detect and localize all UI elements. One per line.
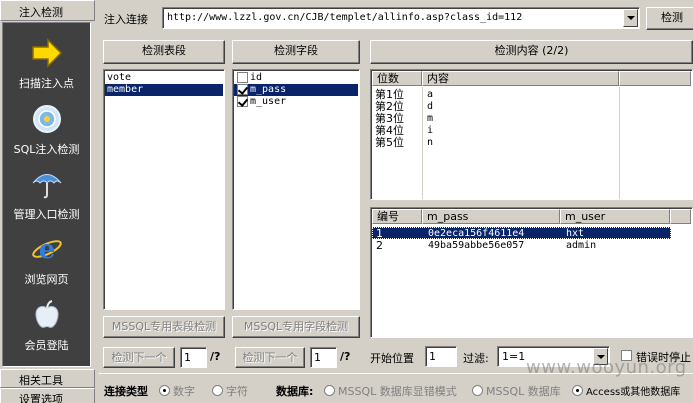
field-name: m_user (250, 96, 287, 107)
db-mssql-error-label: MSSQL 数据库显错模式 (338, 385, 457, 398)
db-mssql-label: MSSQL 数据库 (486, 385, 561, 398)
conn-number-radio[interactable] (159, 385, 170, 396)
umbrella-icon (32, 174, 62, 199)
grid-cell: d (427, 101, 434, 112)
fields-list[interactable]: id m_pass m_user (232, 69, 360, 310)
grid-header-position[interactable]: 位数 (372, 71, 422, 86)
sidebar-item-label: 会员登陆 (24, 339, 69, 352)
sidebar-item-member-login[interactable]: 会员登陆 (3, 295, 90, 359)
url-label: 注入连接 (104, 13, 148, 26)
tables-page-value: 1 (184, 351, 191, 364)
db-access-label: Access或其他数据库 (586, 387, 681, 398)
start-position-value: 1 (429, 350, 436, 363)
result-grid[interactable]: 编号 m_pass m_user 1 0e2eca156f4611e4 hxt … (370, 207, 693, 338)
table-row[interactable]: 2 49ba59abbe56e057 admin (372, 240, 671, 252)
conn-number-label: 数字 (173, 385, 195, 398)
sidebar-item-label: SQL注入检测 (13, 143, 80, 156)
grid-cell: 第5位 (375, 136, 404, 149)
grid-cell: 2 (376, 239, 383, 252)
sidebar-item-sql-inject[interactable]: SQL注入检测 (3, 99, 90, 163)
sidebar-item-scan[interactable]: 扫描注入点 (3, 33, 90, 97)
field-name: m_pass (250, 84, 287, 95)
sidebar-related-tools[interactable]: 相关工具 (0, 369, 95, 388)
grid-cell: 0e2eca156f4611e4 (428, 228, 525, 239)
tables-panel-title[interactable]: 检测表段 (103, 40, 225, 64)
sidebar-panel: 扫描注入点 SQL注入检测 管理入口检测 e 浏览网页 会员登陆 (2, 22, 91, 367)
grid-cell: 第4位 (375, 124, 404, 137)
filter-label: 过滤: (463, 352, 489, 365)
sidebar-item-label: 浏览网页 (24, 273, 69, 286)
tables-page-input[interactable]: 1 (180, 347, 207, 368)
filter-value: 1=1 (502, 350, 526, 363)
fields-panel-title[interactable]: 检测字段 (232, 40, 360, 64)
target-icon (33, 105, 61, 133)
url-combobox[interactable]: http://www.lzzl.gov.cn/CJB/templet/allin… (162, 7, 640, 29)
grid-cell: 49ba59abbe56e057 (428, 240, 525, 251)
field-checkbox[interactable] (237, 72, 248, 83)
grid-header-spacer (670, 209, 691, 224)
sidebar-item-browse[interactable]: e 浏览网页 (3, 229, 90, 293)
ie-browser-icon: e (32, 235, 62, 265)
content-panel-title[interactable]: 检测内容 (2/2) (370, 40, 693, 64)
db-access-radio[interactable] (572, 385, 583, 396)
url-dropdown-icon[interactable] (623, 9, 638, 27)
grid-cell: 第1位 (375, 88, 404, 101)
db-mssql-error-radio[interactable] (324, 385, 335, 396)
grid-divider (422, 87, 423, 199)
database-label: 数据库: (276, 385, 314, 398)
grid-header-id[interactable]: 编号 (372, 209, 422, 224)
grid-header-m-user[interactable]: m_user (560, 209, 670, 224)
grid-header-m-pass[interactable]: m_pass (422, 209, 560, 224)
field-checkbox[interactable] (237, 84, 248, 95)
fields-page-value: 1 (314, 351, 321, 364)
sidebar-settings[interactable]: 设置选项 (0, 388, 95, 403)
mssql-tables-button[interactable]: MSSQL专用表段检测 (103, 316, 225, 338)
start-position-input[interactable]: 1 (425, 346, 457, 367)
apple-icon (35, 300, 59, 328)
tables-page-total: /? (210, 350, 221, 363)
grid-cell: 第3位 (375, 112, 404, 125)
field-name: id (250, 72, 263, 83)
grid-header-content[interactable]: 内容 (422, 71, 619, 86)
tables-next-button[interactable]: 检测下一个 (103, 347, 175, 368)
start-position-label: 开始位置 (370, 352, 414, 365)
url-input[interactable]: http://www.lzzl.gov.cn/CJB/templet/allin… (167, 12, 522, 23)
svg-text:e: e (39, 235, 56, 265)
table-row[interactable]: 1 0e2eca156f4611e4 hxt (372, 227, 671, 239)
watermark: www.wooyun.org (526, 357, 687, 378)
db-mssql-radio[interactable] (472, 385, 483, 396)
grid-cell: a (427, 89, 434, 100)
list-item[interactable]: member (105, 84, 223, 96)
grid-cell: m (427, 113, 434, 124)
sidebar-item-label: 管理入口检测 (13, 208, 80, 221)
conn-string-label: 字符 (226, 385, 248, 398)
sidebar-item-admin-entry[interactable]: 管理入口检测 (3, 164, 90, 228)
field-checkbox[interactable] (237, 96, 248, 107)
list-item[interactable]: vote (105, 72, 223, 84)
grid-cell: 1 (376, 227, 383, 240)
fields-next-button[interactable]: 检测下一个 (235, 347, 305, 368)
sidebar-header[interactable]: 注入检测 (0, 0, 95, 21)
grid-cell: i (427, 125, 434, 136)
conn-string-radio[interactable] (212, 385, 223, 396)
grid-cell: hxt (566, 228, 585, 239)
grid-divider (619, 87, 620, 199)
fields-page-input[interactable]: 1 (310, 347, 337, 368)
detect-button[interactable]: 检测 (646, 7, 693, 30)
sidebar-item-label: 扫描注入点 (19, 77, 74, 90)
list-item[interactable]: id (234, 72, 358, 84)
position-grid[interactable]: 位数 内容 第1位 a 第2位 d 第3位 m 第4位 i 第5位 n (370, 69, 693, 200)
sidebar: 注入检测 扫描注入点 SQL注入检测 管理入口检测 e 浏览网页 会员登陆 相关… (0, 0, 95, 403)
grid-cell: admin (566, 240, 597, 251)
arrow-icon (32, 38, 63, 68)
grid-header-spacer (619, 71, 691, 86)
list-item[interactable]: m_user (234, 96, 358, 108)
mssql-fields-button[interactable]: MSSQL专用字段检测 (232, 316, 360, 338)
grid-cell: 第2位 (375, 100, 404, 113)
grid-cell: n (427, 137, 434, 148)
list-item[interactable]: m_pass (234, 84, 358, 96)
tables-list[interactable]: vote member (103, 69, 225, 310)
fields-page-total: /? (340, 350, 351, 363)
connection-type-label: 连接类型 (104, 385, 148, 398)
